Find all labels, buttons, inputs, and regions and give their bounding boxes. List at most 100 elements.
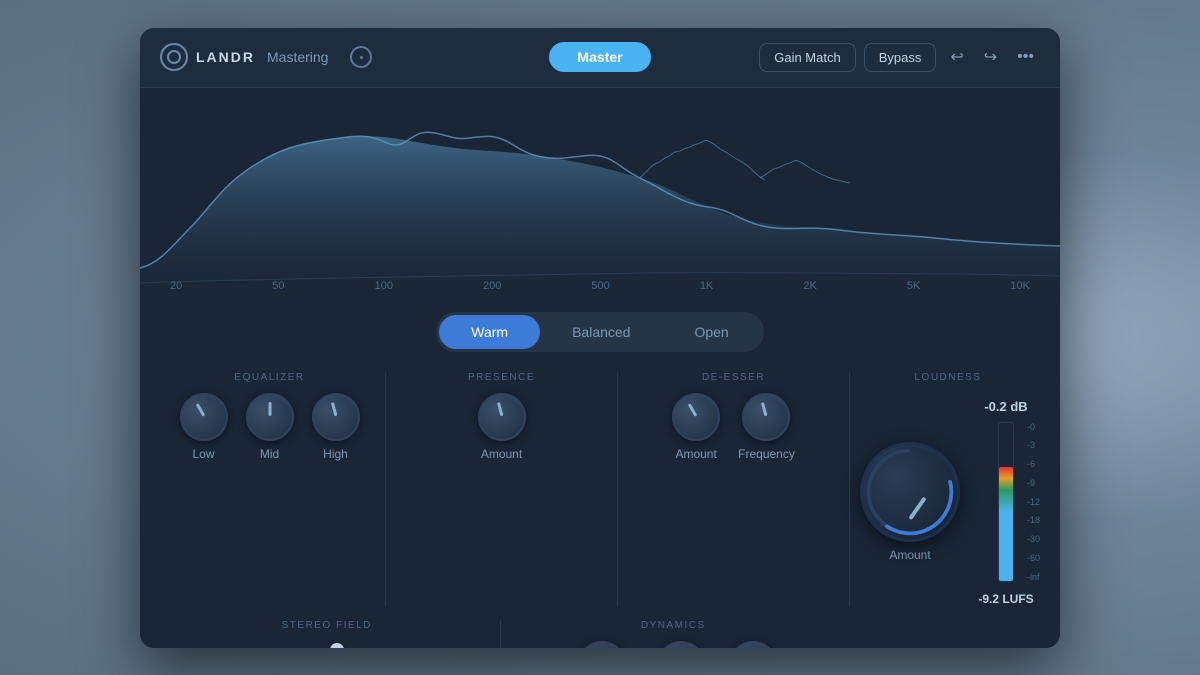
- compression-knob[interactable]: [578, 641, 626, 648]
- divider-1: [385, 372, 386, 606]
- equalizer-label: EQUALIZER: [234, 372, 304, 383]
- style-selector: Warm Balanced Open: [140, 298, 1060, 362]
- loudness-label: LOUDNESS: [914, 372, 981, 383]
- loudness-knob-group: Amount: [860, 442, 960, 562]
- presence-section: PRESENCE Amount: [396, 372, 607, 606]
- presence-amount-knob[interactable]: [478, 393, 526, 441]
- divider-3: [849, 372, 850, 606]
- style-balanced-button[interactable]: Balanced: [540, 315, 662, 349]
- stereo-field-label: STEREO FIELD: [282, 620, 372, 631]
- stereo-slider-container: [227, 641, 427, 648]
- eq-low-group: Low: [180, 393, 228, 461]
- equalizer-knobs: Low Mid High: [180, 393, 360, 461]
- logo-inner-circle: [167, 50, 181, 64]
- meter-tick-0: -0: [1027, 422, 1040, 432]
- dynamics-label: DYNAMICS: [641, 620, 706, 631]
- freq-label-100hz: 100: [375, 280, 393, 292]
- meter-tick-12: -12: [1027, 497, 1040, 507]
- timer-icon[interactable]: [350, 46, 372, 68]
- de-esser-section: DE-ESSER Amount Frequency: [628, 372, 839, 606]
- freq-label-500hz: 500: [591, 280, 609, 292]
- stereo-slider-thumb[interactable]: [330, 643, 344, 648]
- meter-tick-9: -9: [1027, 478, 1040, 488]
- freq-label-200hz: 200: [483, 280, 501, 292]
- logo-area: LANDR Mastering: [160, 43, 453, 71]
- de-esser-amount-label: Amount: [675, 447, 716, 461]
- eq-low-label: Low: [192, 447, 214, 461]
- controls-area: EQUALIZER Low Mid High PRESENCE: [140, 362, 1060, 606]
- meter-tick-6: -6: [1027, 459, 1040, 469]
- meter-tick-30: -30: [1027, 534, 1040, 544]
- header: LANDR Mastering Master Gain Match Bypass…: [140, 28, 1060, 88]
- freq-label-50hz: 50: [272, 280, 284, 292]
- eq-high-label: High: [323, 447, 348, 461]
- presence-amount-group: Amount: [478, 393, 526, 461]
- freq-label-5k: 5K: [907, 280, 920, 292]
- meter-section: -0.2 dB -0 -3 -6 -9 -12 -18 -30: [976, 399, 1036, 606]
- logo-icon: [160, 43, 188, 71]
- waveform-area: 20 50 100 200 500 1K 2K 5K 10K: [140, 88, 1060, 298]
- meter-tick-inf: -inf: [1027, 572, 1040, 582]
- eq-mid-knob[interactable]: [246, 393, 294, 441]
- character-group: Character: [655, 641, 708, 648]
- de-esser-freq-knob[interactable]: [742, 393, 790, 441]
- compression-group: Compression: [566, 641, 637, 648]
- logo-text: LANDR: [196, 49, 255, 65]
- eq-high-group: High: [312, 393, 360, 461]
- dynamics-knobs: Compression Character Saturation: [566, 641, 780, 648]
- meter-tick-60: -60: [1027, 553, 1040, 563]
- freq-labels: 20 50 100 200 500 1K 2K 5K 10K: [140, 280, 1060, 292]
- saturation-group: Saturation: [726, 641, 781, 648]
- meter-wrapper: -0 -3 -6 -9 -12 -18 -30 -60 -inf: [998, 422, 1014, 582]
- equalizer-section: EQUALIZER Low Mid High: [164, 372, 375, 606]
- character-knob[interactable]: [657, 641, 705, 648]
- freq-label-2k: 2K: [803, 280, 816, 292]
- meter-bar: [998, 422, 1014, 582]
- presence-knobs: Amount: [478, 393, 526, 461]
- meter-tick-18: -18: [1027, 515, 1040, 525]
- meter-tick-3: -3: [1027, 440, 1040, 450]
- bottom-spacer: [836, 620, 1036, 648]
- de-esser-amount-group: Amount: [672, 393, 720, 461]
- presence-label: PRESENCE: [468, 372, 535, 383]
- redo-button[interactable]: ↪: [978, 43, 1003, 71]
- eq-mid-label: Mid: [260, 447, 279, 461]
- meter-tick-labels: -0 -3 -6 -9 -12 -18 -30 -60 -inf: [1027, 422, 1040, 582]
- bypass-button[interactable]: Bypass: [864, 43, 937, 72]
- more-button[interactable]: •••: [1011, 44, 1040, 70]
- style-pill-container: Warm Balanced Open: [436, 312, 763, 352]
- timer-dot: [360, 56, 363, 59]
- undo-button[interactable]: ↩: [944, 43, 969, 71]
- divider-4: [500, 620, 501, 648]
- loudness-section: LOUDNESS Amount -0.2 dB: [860, 372, 1036, 606]
- loudness-amount-label: Amount: [889, 548, 930, 562]
- bottom-controls: STEREO FIELD Focus 42% Wide Wide DYNAMIC…: [140, 610, 1060, 648]
- de-esser-label: DE-ESSER: [702, 372, 765, 383]
- style-open-button[interactable]: Open: [662, 315, 760, 349]
- lufs-readout: -9.2 LUFS: [978, 592, 1033, 606]
- divider-2: [617, 372, 618, 606]
- loudness-knob[interactable]: [860, 442, 960, 542]
- subtitle-text: Mastering: [267, 49, 328, 65]
- eq-high-knob[interactable]: [312, 393, 360, 441]
- right-controls: Gain Match Bypass ↩ ↪ •••: [747, 43, 1040, 72]
- center-controls: Master: [453, 42, 746, 72]
- eq-low-knob[interactable]: [180, 393, 228, 441]
- freq-label-20hz: 20: [170, 280, 182, 292]
- freq-label-10k: 10K: [1010, 280, 1030, 292]
- stereo-field-section: STEREO FIELD Focus 42% Wide Wide: [164, 620, 490, 648]
- style-warm-button[interactable]: Warm: [439, 315, 540, 349]
- meter-fill: [999, 467, 1013, 581]
- de-esser-freq-label: Frequency: [738, 447, 795, 461]
- de-esser-freq-group: Frequency: [738, 393, 795, 461]
- de-esser-knobs: Amount Frequency: [672, 393, 795, 461]
- gain-match-button[interactable]: Gain Match: [759, 43, 855, 72]
- master-button[interactable]: Master: [549, 42, 650, 72]
- dynamics-section: DYNAMICS Compression Character Saturatio…: [511, 620, 837, 648]
- presence-amount-label: Amount: [481, 447, 522, 461]
- saturation-knob[interactable]: [729, 641, 777, 648]
- freq-label-1k: 1K: [700, 280, 713, 292]
- de-esser-amount-knob[interactable]: [672, 393, 720, 441]
- db-readout: -0.2 dB: [984, 399, 1027, 414]
- eq-mid-group: Mid: [246, 393, 294, 461]
